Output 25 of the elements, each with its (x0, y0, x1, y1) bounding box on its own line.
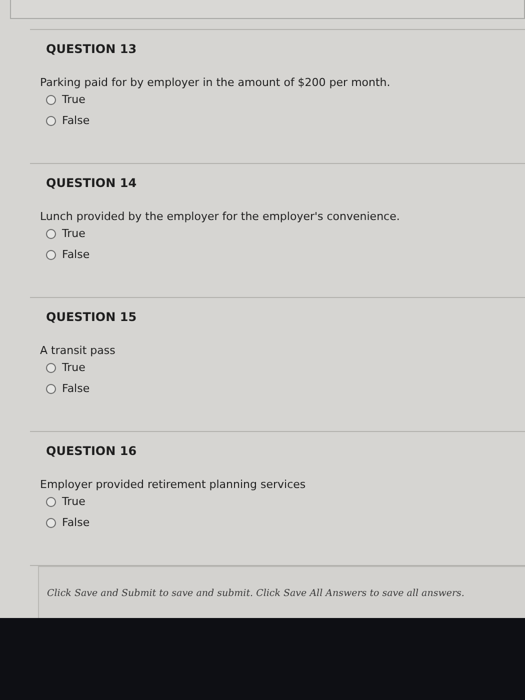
radio-button[interactable] (46, 116, 56, 126)
radio-button[interactable] (46, 384, 56, 394)
question-heading: QUESTION 15 (46, 310, 138, 324)
option-label: False (62, 516, 90, 529)
question-heading: QUESTION 14 (46, 176, 138, 190)
radio-button[interactable] (46, 496, 56, 506)
question-heading: QUESTION 16 (46, 444, 138, 458)
option-label: False (62, 382, 90, 395)
radio-button[interactable] (46, 518, 56, 528)
question-text: Lunch provided by the employer for the employer's convenience. (40, 210, 401, 223)
radio-button[interactable] (46, 250, 56, 260)
question-text: Employer provided retirement planning services (40, 478, 307, 491)
option-label: True (62, 361, 86, 374)
radio-button[interactable] (46, 228, 56, 238)
option-label: True (62, 227, 86, 240)
option-label: True (62, 93, 86, 106)
option-label: True (62, 495, 86, 508)
option-label: False (62, 114, 90, 127)
instruction-text: Click Save and Submit to save and submit. Click Save All Answers to save all answers. (47, 588, 464, 598)
question-heading: QUESTION 13 (46, 42, 138, 56)
question-text: A transit pass (40, 344, 116, 357)
radio-button[interactable] (46, 94, 56, 104)
radio-button[interactable] (46, 362, 56, 372)
question-text: Parking paid for by employer in the amount of $200 per month. (40, 76, 392, 89)
option-label: False (62, 248, 90, 261)
